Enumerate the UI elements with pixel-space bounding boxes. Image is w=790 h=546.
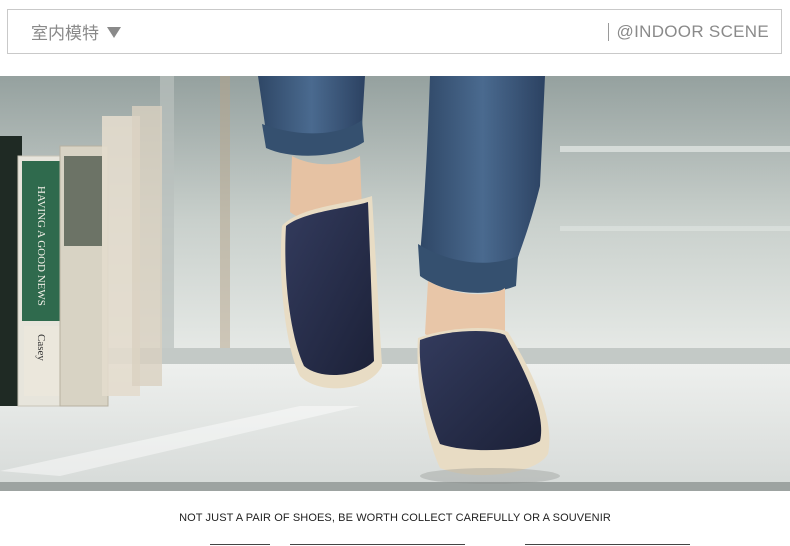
rule-3: [525, 544, 690, 545]
product-photo: HAVING A GOOD NEWS Casey: [0, 76, 790, 491]
caption-text: NOT JUST A PAIR OF SHOES, BE WORTH COLLE…: [179, 512, 611, 524]
rule-2: [290, 544, 465, 545]
section-header: 室内模特 @INDOOR SCENE: [7, 9, 782, 54]
header-divider: [607, 22, 609, 41]
bottom-decorative-rules: [0, 541, 790, 546]
rule-1: [210, 544, 270, 545]
header-left[interactable]: 室内模特: [31, 10, 121, 53]
book-spine-label-2: Casey: [35, 334, 47, 361]
section-title-cn: 室内模特: [31, 24, 99, 43]
triangle-down-icon: [107, 27, 121, 38]
section-title-en: @INDOOR SCENE: [616, 21, 769, 41]
photo-illustration: HAVING A GOOD NEWS Casey: [0, 76, 790, 491]
book-spine-label-1: HAVING A GOOD NEWS: [35, 186, 47, 306]
header-right: @INDOOR SCENE: [607, 10, 769, 53]
